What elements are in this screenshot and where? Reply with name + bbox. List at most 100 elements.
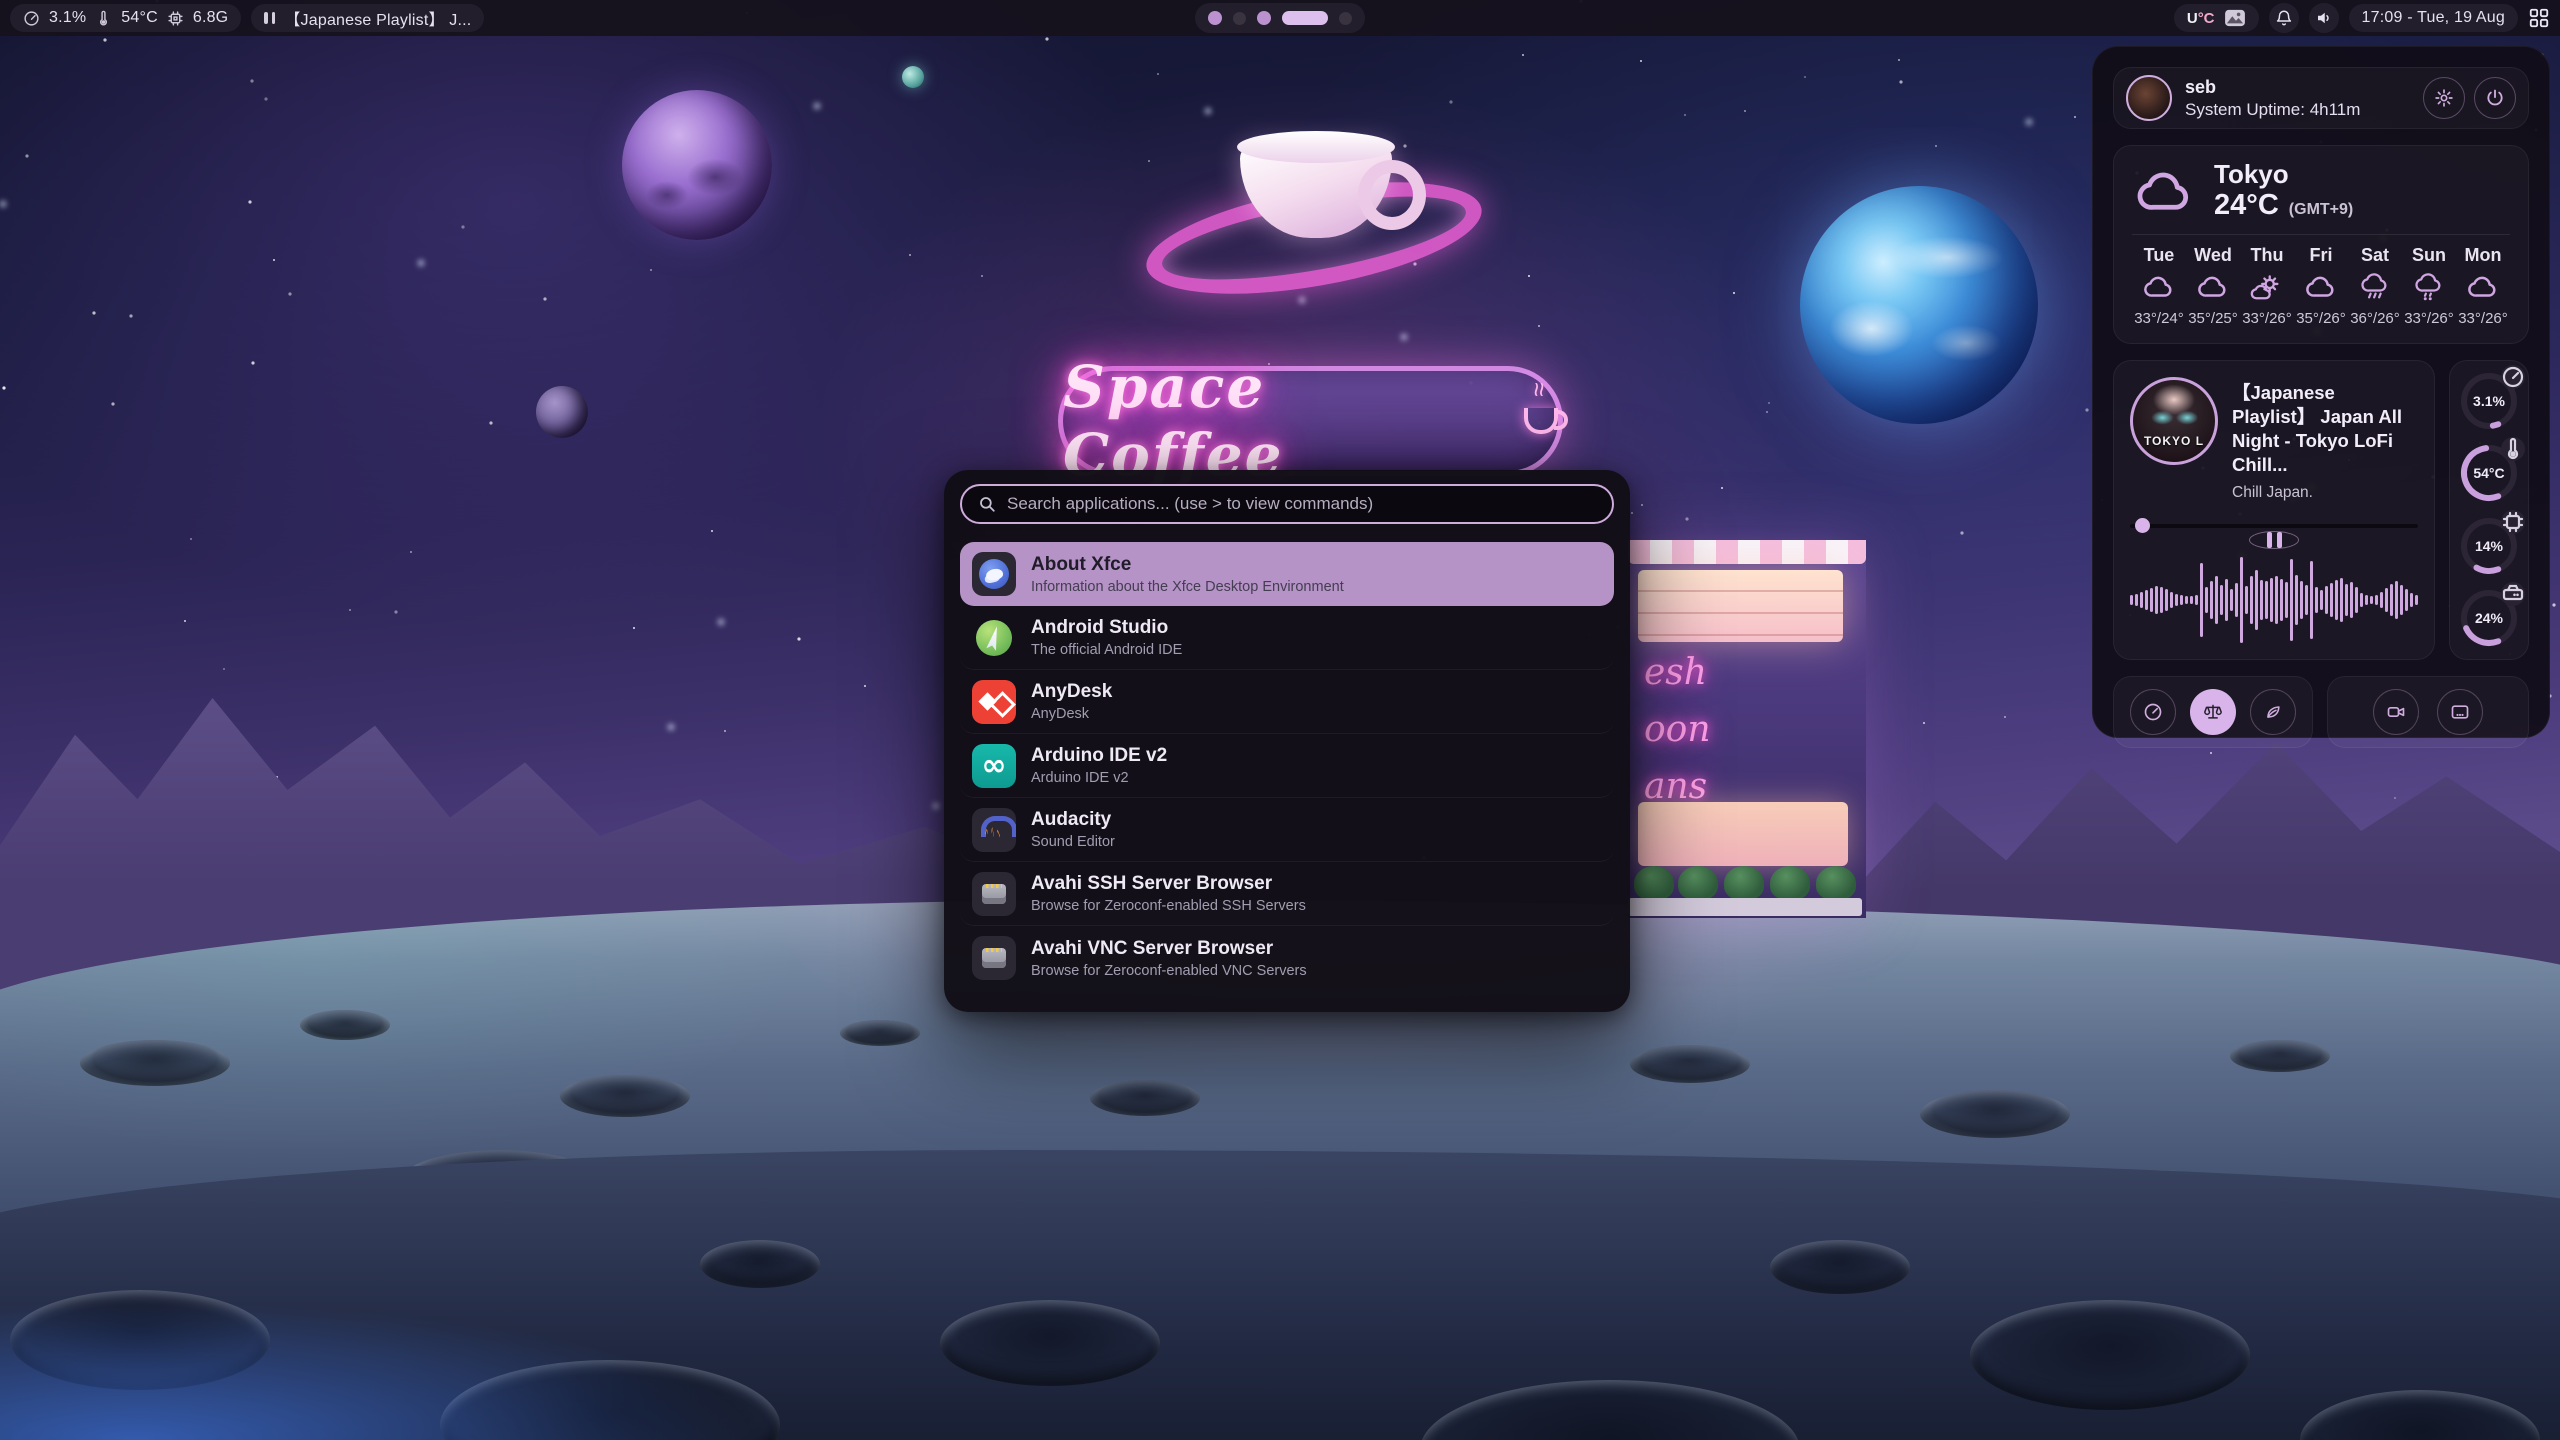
launcher-result-row[interactable]: About Xfce Information about the Xfce De…: [960, 542, 1614, 606]
tiny-planet: [902, 66, 924, 88]
username: seb: [2185, 77, 2414, 98]
album-art-text: TOKYO L: [2133, 434, 2215, 448]
neon-sign-text: Space Coffee: [1063, 353, 1502, 489]
app-name: Avahi SSH Server Browser: [1031, 873, 1306, 895]
blue-horizon-glow: [0, 1300, 760, 1440]
cafe-awning: [1628, 540, 1866, 564]
avatar: [2126, 75, 2172, 121]
gear-icon: [2434, 88, 2454, 108]
forecast-day: Mon 33°/26°: [2456, 245, 2510, 327]
neon-fragment: ans: [1644, 766, 1711, 807]
clock: 17:09 - Tue, 19 Aug: [2362, 9, 2505, 27]
app-description: Browse for Zeroconf-enabled SSH Servers: [1031, 898, 1306, 914]
app-name: Audacity: [1031, 809, 1115, 831]
workspace-dot[interactable]: [1339, 12, 1352, 25]
workspace-dot[interactable]: [1257, 11, 1271, 25]
forecast-day-name: Tue: [2144, 245, 2175, 266]
app-icon: [972, 808, 1016, 852]
forecast-weather-icon: [2142, 273, 2176, 303]
neon-cafe-sign: Space Coffee: [1058, 366, 1563, 476]
temperature-tray-icon[interactable]: U°C: [2187, 10, 2215, 27]
forecast-temps: 35°/25°: [2188, 310, 2238, 327]
settings-button[interactable]: [2423, 77, 2465, 119]
capture-tool-button[interactable]: [2437, 689, 2483, 735]
workspace-dot[interactable]: [1282, 11, 1328, 25]
widgets-sidebar: seb System Uptime: 4h11m Tokyo 24°C (GMT…: [2092, 46, 2550, 738]
weather-city: Tokyo: [2214, 160, 2353, 189]
forecast-weather-icon: [2412, 273, 2446, 303]
purple-planet: [622, 90, 772, 240]
small-moon: [536, 386, 588, 438]
clock-pill[interactable]: 17:09 - Tue, 19 Aug: [2349, 4, 2518, 32]
neon-cup-icon: [1524, 408, 1558, 434]
app-name: Arduino IDE v2: [1031, 745, 1167, 767]
forecast-weather-icon: [2250, 273, 2284, 303]
launcher-result-row[interactable]: Avahi SSH Server Browser Browse for Zero…: [960, 862, 1614, 926]
gauge-icon-badge: [2501, 437, 2525, 461]
workspace-dot[interactable]: [1233, 12, 1246, 25]
track-title: 【Japanese Playlist】 Japan All Night - To…: [2232, 381, 2418, 477]
notifications-button[interactable]: [2269, 3, 2299, 33]
weather-cloud-icon: [2132, 166, 2198, 216]
cafe-window-neon-text: esh oon ans: [1644, 652, 1711, 807]
workspace-switcher[interactable]: [1195, 3, 1365, 33]
forecast-temps: 33°/26°: [2242, 310, 2292, 327]
launcher-result-row[interactable]: Arduino IDE v2 Arduino IDE v2: [960, 734, 1614, 798]
power-profile-button[interactable]: [2250, 689, 2296, 735]
track-progress-bar[interactable]: [2130, 518, 2418, 519]
music-player-card: TOKYO L 【Japanese Playlist】 Japan All Ni…: [2113, 360, 2435, 660]
weather-timezone: (GMT+9): [2289, 201, 2353, 219]
app-name: About Xfce: [1031, 554, 1344, 576]
app-dashboard-icon[interactable]: [2528, 7, 2550, 29]
launcher-search-input[interactable]: Search applications... (use > to view co…: [960, 484, 1614, 524]
speaker-icon: [2315, 9, 2333, 27]
app-description: AnyDesk: [1031, 706, 1112, 722]
forecast-day-name: Sat: [2361, 245, 2389, 266]
user-card: seb System Uptime: 4h11m: [2113, 67, 2529, 129]
forecast-day: Tue 33°/24°: [2132, 245, 2186, 327]
now-playing-pill[interactable]: 【Japanese Playlist】 J...: [251, 4, 484, 32]
app-icon: [972, 872, 1016, 916]
gauge-icon-badge: [2501, 582, 2525, 606]
power-button[interactable]: [2474, 77, 2516, 119]
cafe-bushes: [1632, 866, 1858, 900]
speedometer-icon: [23, 10, 40, 27]
neon-fragment: esh: [1644, 652, 1711, 693]
volume-button[interactable]: [2309, 3, 2339, 33]
launcher-result-row[interactable]: Android Studio The official Android IDE: [960, 606, 1614, 670]
workspace-dot[interactable]: [1208, 11, 1222, 25]
launcher-results-list: About Xfce Information about the Xfce De…: [960, 542, 1614, 990]
system-gauges-card: 3.1% 54°C: [2449, 360, 2529, 660]
app-icon: [972, 744, 1016, 788]
launcher-result-row[interactable]: AnyDesk AnyDesk: [960, 670, 1614, 734]
launcher-result-row[interactable]: Audacity Sound Editor: [960, 798, 1614, 862]
app-description: Sound Editor: [1031, 834, 1115, 850]
capture-tool-button[interactable]: [2373, 689, 2419, 735]
app-icon: [972, 616, 1016, 660]
chip-icon: [167, 10, 184, 27]
neon-fragment: oon: [1644, 709, 1711, 750]
app-icon: [972, 936, 1016, 980]
app-icon: [972, 680, 1016, 724]
cafe-window-lower: [1638, 802, 1848, 866]
gauge-icon-badge: [2501, 365, 2525, 389]
cafe-planter: [1628, 898, 1862, 916]
wallpaper-tray-icon[interactable]: [2224, 9, 2246, 27]
forecast-day-name: Thu: [2251, 245, 2284, 266]
app-description: Browse for Zeroconf-enabled VNC Servers: [1031, 963, 1307, 979]
power-profile-button[interactable]: [2130, 689, 2176, 735]
progress-knob[interactable]: [2135, 518, 2150, 533]
forecast-day: Thu 33°/26°: [2240, 245, 2294, 327]
pause-icon: [264, 12, 275, 24]
app-icon: [972, 552, 1016, 596]
app-name: Android Studio: [1031, 617, 1182, 639]
system-gauge: 24%: [2457, 586, 2521, 650]
cafe-window-lit: [1638, 570, 1843, 642]
power-profile-button[interactable]: [2190, 689, 2236, 735]
power-icon: [2485, 88, 2505, 108]
launcher-result-row[interactable]: Avahi VNC Server Browser Browse for Zero…: [960, 926, 1614, 990]
play-pause-button[interactable]: [2249, 531, 2299, 549]
cafe-building: esh oon ans: [1628, 540, 1866, 918]
capture-tools-card: [2327, 676, 2529, 748]
forecast-day: Wed 35°/25°: [2186, 245, 2240, 327]
